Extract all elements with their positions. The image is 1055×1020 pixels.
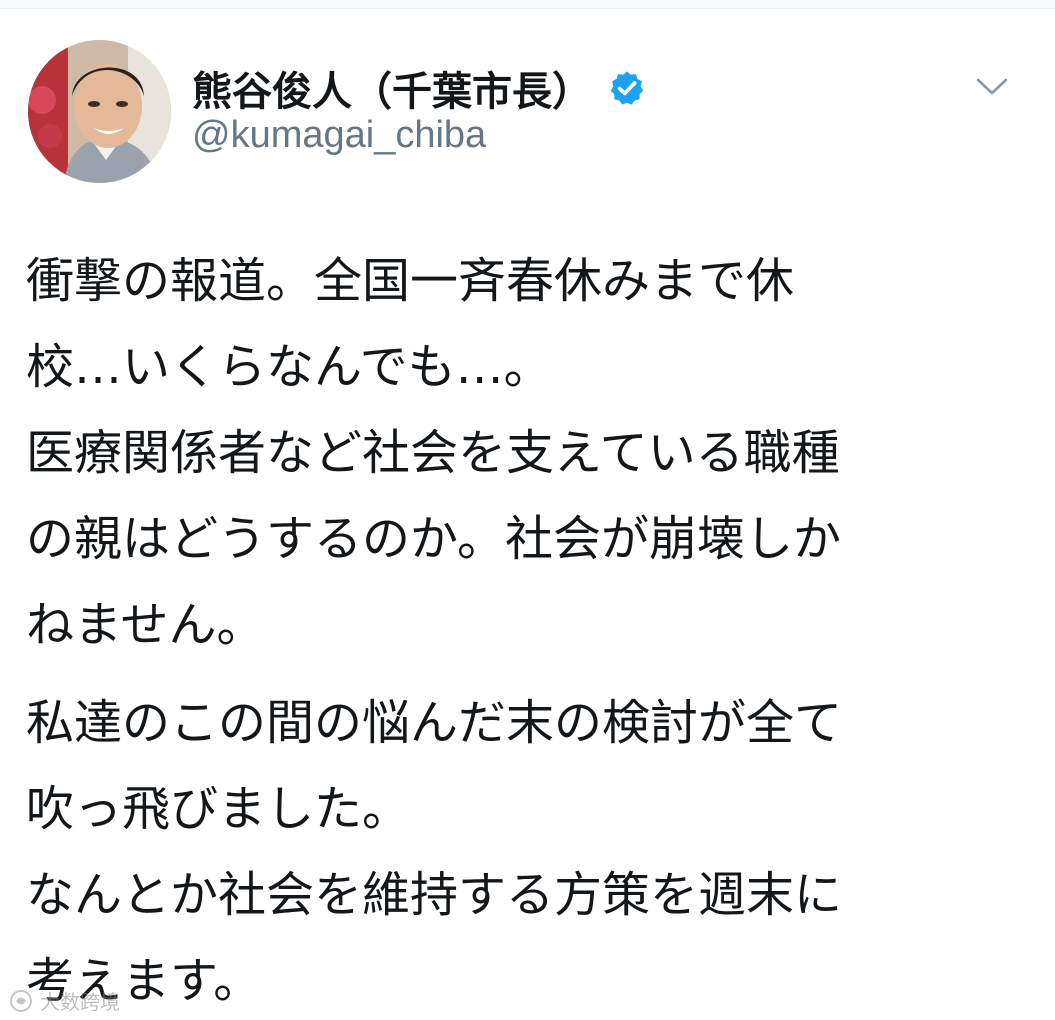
tweet-line: 考えます。 [26, 953, 262, 1009]
user-handle[interactable]: @kumagai_chiba [192, 114, 486, 157]
tweet-line: 校…いくらなんでも…。 [26, 339, 552, 395]
tweet-text: 衝撃の報道。全国一斉春休みまで休 校…いくらなんでも…。 医療関係者など社会を支… [26, 238, 1036, 1020]
author-row: 熊谷俊人（千葉市長） [192, 58, 646, 118]
tweet-line: 吹っ飛びました。 [26, 781, 411, 837]
chevron-down-icon[interactable] [970, 66, 1014, 106]
tweet-paragraph: 私達のこの間の悩んだ末の検討が全て 吹っ飛びました。 なんとか社会を維持する方策… [26, 680, 1036, 1020]
display-name[interactable]: 熊谷俊人（千葉市長） [192, 59, 592, 117]
avatar[interactable] [28, 40, 171, 183]
watermark: 大数跨境 [8, 986, 120, 1015]
tweet-line: なんとか社会を維持する方策を週末に [26, 867, 843, 923]
tweet-line: ねません。 [26, 597, 265, 653]
verified-badge-icon [608, 69, 646, 107]
watermark-text: 大数跨境 [40, 990, 120, 1014]
top-divider [0, 0, 1055, 9]
profile-photo-icon [28, 40, 171, 183]
tweet-paragraph: 衝撃の報道。全国一斉春休みまで休 校…いくらなんでも…。 医療関係者など社会を支… [26, 238, 1036, 668]
tweet-line: 衝撃の報道。全国一斉春休みまで休 [26, 253, 795, 309]
tweet-screenshot: 熊谷俊人（千葉市長） @kumagai_chiba 衝撃の報道。全国一斉春休みま… [0, 0, 1055, 1020]
tweet-line: の親はどうするのか。社会が崩壊しか [26, 511, 842, 567]
tweet-line: 私達のこの間の悩んだ末の検討が全て [26, 695, 843, 751]
tweet-line: 医療関係者など社会を支えている職種 [26, 425, 840, 481]
watermark-logo-icon [8, 988, 34, 1014]
